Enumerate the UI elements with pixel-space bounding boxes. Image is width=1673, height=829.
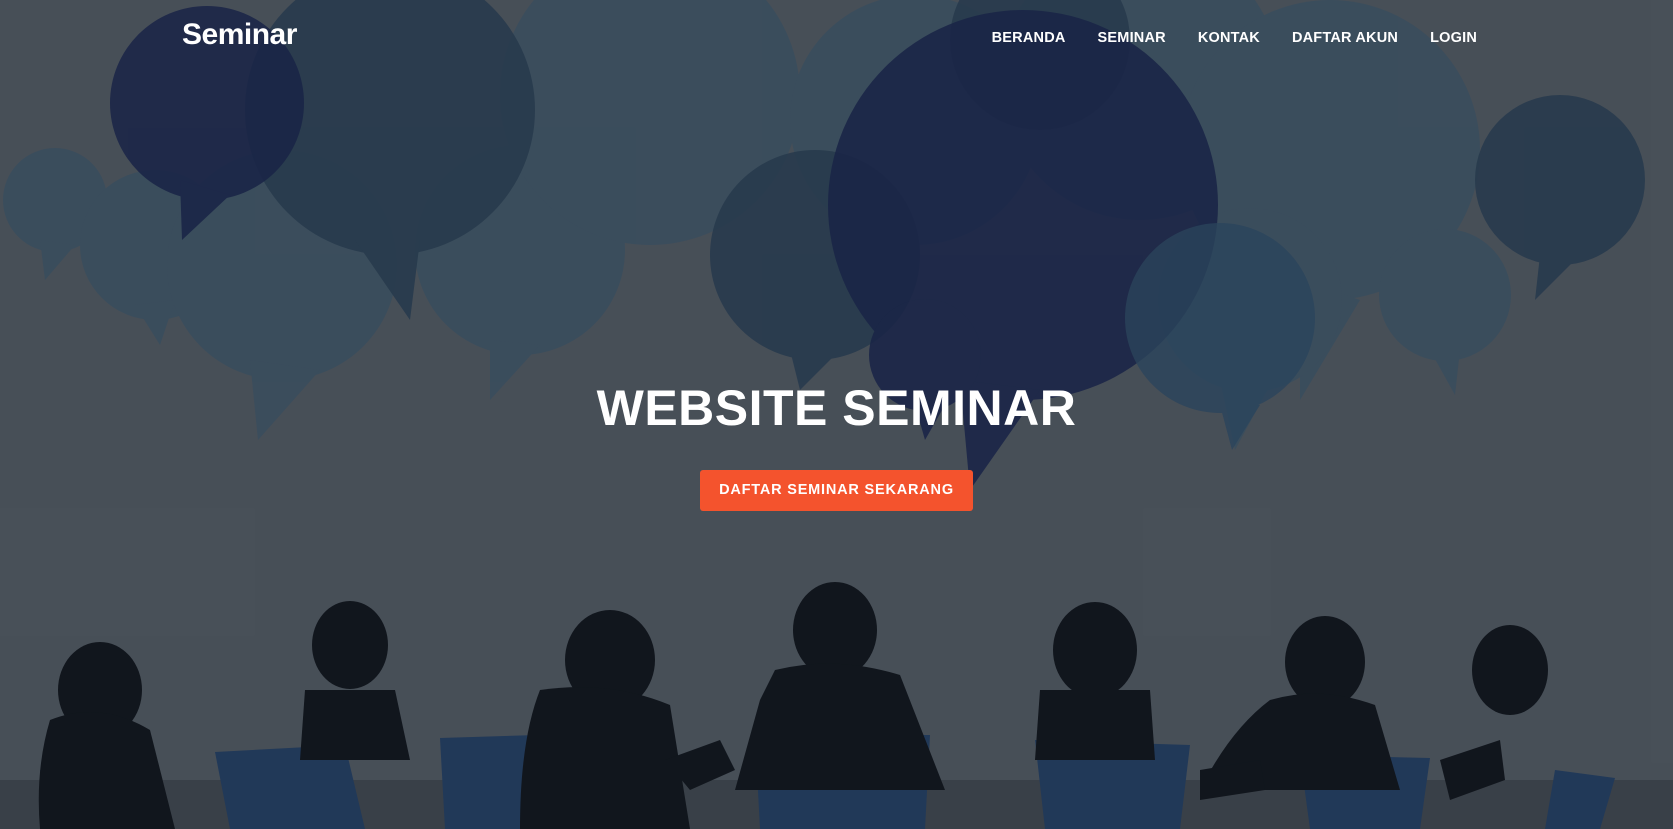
hero-content: WEBSITE SEMINAR DAFTAR SEMINAR SEKARANG bbox=[0, 378, 1673, 511]
nav-item-seminar: SEMINAR bbox=[1098, 29, 1166, 47]
nav-links: BERANDA SEMINAR KONTAK DAFTAR AKUN LOGIN bbox=[960, 29, 1477, 47]
nav-item-login: LOGIN bbox=[1430, 29, 1477, 47]
nav-link-seminar[interactable]: SEMINAR bbox=[1098, 30, 1166, 46]
navbar: Seminar BERANDA SEMINAR KONTAK DAFTAR AK… bbox=[0, 0, 1673, 76]
nav-item-kontak: KONTAK bbox=[1198, 29, 1260, 47]
nav-link-login[interactable]: LOGIN bbox=[1430, 30, 1477, 46]
nav-link-daftar-akun[interactable]: DAFTAR AKUN bbox=[1292, 30, 1398, 46]
nav-link-kontak[interactable]: KONTAK bbox=[1198, 30, 1260, 46]
hero-section: Seminar BERANDA SEMINAR KONTAK DAFTAR AK… bbox=[0, 0, 1673, 829]
nav-item-beranda: BERANDA bbox=[992, 29, 1066, 47]
hero-title: WEBSITE SEMINAR bbox=[596, 380, 1077, 436]
nav-link-beranda[interactable]: BERANDA bbox=[992, 30, 1066, 46]
register-seminar-button[interactable]: DAFTAR SEMINAR SEKARANG bbox=[700, 470, 973, 511]
nav-item-daftar-akun: DAFTAR AKUN bbox=[1292, 29, 1398, 47]
brand-logo[interactable]: Seminar bbox=[182, 18, 297, 52]
